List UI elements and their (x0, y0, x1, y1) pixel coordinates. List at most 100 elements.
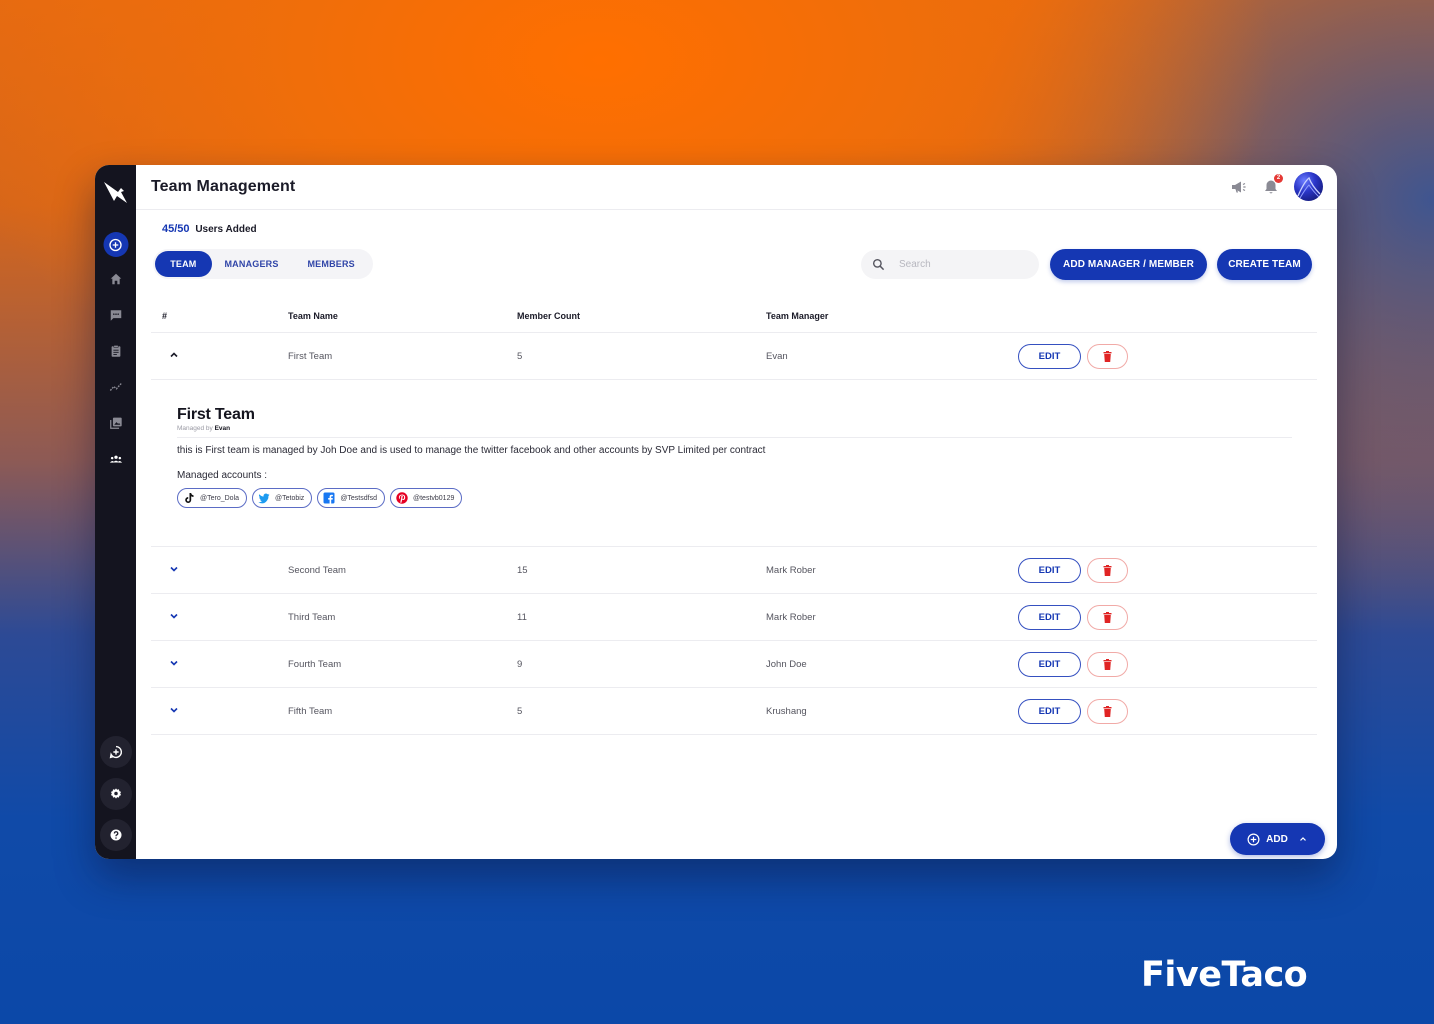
app-logo-icon[interactable] (102, 179, 129, 205)
sidebar-help-button[interactable] (99, 819, 132, 851)
account-chip-facebook[interactable]: @Testsdfsd (317, 488, 385, 508)
member-count: 5 (517, 350, 523, 362)
chevron-down-icon[interactable] (168, 610, 180, 622)
team-manager: Mark Rober (766, 611, 816, 623)
sidebar-item-messages[interactable] (103, 302, 129, 328)
account-chip-tiktok[interactable]: @Tero_Dola (177, 488, 248, 508)
search-box (861, 250, 1039, 279)
notification-badge: 2 (1274, 173, 1283, 183)
account-chip-twitter[interactable]: @Tetobiz (252, 488, 313, 508)
delete-button[interactable] (1087, 604, 1128, 630)
add-manager-member-button[interactable]: ADD MANAGER / MEMBER (1050, 249, 1207, 280)
analytics-icon (109, 383, 122, 391)
divider (177, 437, 1292, 438)
trash-icon (1103, 658, 1112, 670)
sidebar-settings-button[interactable] (99, 778, 132, 810)
team-name: First Team (288, 350, 333, 362)
team-icon (109, 455, 122, 463)
chevron-up-icon (1299, 837, 1306, 841)
search-icon (872, 258, 885, 271)
table-row: Third Team 11 Mark Rober EDIT (151, 594, 1317, 641)
users-added-count: 45/50 (162, 223, 190, 235)
tab-team[interactable]: TEAM (155, 251, 212, 277)
edit-button[interactable]: EDIT (1018, 604, 1081, 630)
trash-icon (1103, 611, 1112, 623)
search-input[interactable] (899, 259, 1019, 270)
users-added-label: Users Added (195, 224, 257, 235)
teams-table: # Team Name Member Count Team Manager Fi… (151, 300, 1317, 735)
team-name: Third Team (288, 611, 336, 623)
notifications-button[interactable]: 2 (1262, 173, 1283, 196)
team-manager: Krushang (766, 705, 807, 717)
delete-button[interactable] (1087, 651, 1128, 677)
help-icon (109, 829, 122, 841)
edit-button[interactable]: EDIT (1018, 698, 1081, 724)
team-name: Fourth Team (288, 658, 342, 670)
detail-managed-by: Managed by Evan (177, 425, 1292, 432)
account-handle: @Tetobiz (275, 494, 305, 502)
table-row: Fifth Team 5 Krushang EDIT (151, 688, 1317, 735)
table-row: First Team 5 Evan EDIT (151, 333, 1317, 380)
sidebar-add-button[interactable] (103, 232, 128, 257)
sidebar-item-teams[interactable] (103, 446, 129, 472)
team-detail-panel: First Team Managed by Evan this is First… (151, 380, 1317, 547)
home-icon (110, 273, 121, 285)
announcements-button[interactable] (1230, 178, 1248, 196)
managed-by-name: Evan (214, 425, 231, 432)
page-title: Team Management (151, 178, 296, 195)
edit-button[interactable]: EDIT (1018, 343, 1081, 369)
account-handle: @Tero_Dola (200, 494, 240, 502)
sidebar (95, 165, 136, 859)
user-avatar[interactable] (1294, 172, 1323, 201)
sidebar-compose-button[interactable] (99, 736, 132, 768)
tab-members[interactable]: MEMBERS (291, 251, 371, 277)
sidebar-item-media[interactable] (103, 410, 129, 436)
detail-description: this is First team is managed by Joh Doe… (177, 445, 766, 456)
sidebar-item-posts[interactable] (103, 338, 129, 364)
member-count: 5 (517, 705, 523, 717)
managed-by-label: Managed by (177, 425, 213, 432)
chat-icon (110, 310, 121, 321)
column-header-member-count: Member Count (517, 311, 580, 321)
tab-managers[interactable]: MANAGERS (212, 251, 292, 277)
delete-button[interactable] (1087, 343, 1128, 369)
detail-title: First Team (177, 406, 255, 423)
table-header: # Team Name Member Count Team Manager (151, 300, 1317, 333)
account-handle: @testvb0129 (413, 494, 455, 502)
trash-icon (1103, 564, 1112, 576)
main-content: Team Management 2 45/50 Users Added TEAM… (136, 165, 1337, 859)
chevron-up-icon[interactable] (168, 349, 180, 361)
megaphone-icon (1232, 181, 1246, 192)
managed-accounts-label: Managed accounts : (177, 470, 268, 481)
column-header-index: # (162, 311, 168, 321)
view-tabs: TEAM MANAGERS MEMBERS (153, 249, 373, 279)
chevron-down-icon[interactable] (168, 704, 180, 716)
account-chip-pinterest[interactable]: @testvb0129 (390, 488, 463, 508)
chevron-down-icon[interactable] (168, 657, 180, 669)
managed-accounts-list: @Tero_Dola @Tetobiz @Testsdfsd @testvb01… (177, 488, 1292, 508)
tiktok-icon (185, 493, 194, 503)
table-row: Second Team 15 Mark Rober EDIT (151, 547, 1317, 594)
avatar-image (1297, 176, 1321, 199)
edit-button[interactable]: EDIT (1018, 651, 1081, 677)
sidebar-item-analytics[interactable] (103, 374, 129, 400)
add-fab-button[interactable]: ADD (1230, 823, 1325, 855)
team-manager: Mark Rober (766, 564, 816, 576)
delete-button[interactable] (1087, 557, 1128, 583)
delete-button[interactable] (1087, 698, 1128, 724)
add-circle-icon (109, 238, 122, 251)
account-handle: @Testsdfsd (340, 494, 377, 502)
sidebar-item-home[interactable] (103, 266, 129, 292)
add-chat-icon (109, 745, 122, 759)
create-team-button[interactable]: CREATE TEAM (1217, 249, 1312, 280)
app-window: Team Management 2 45/50 Users Added TEAM… (95, 165, 1337, 859)
team-name: Second Team (288, 564, 346, 576)
edit-button[interactable]: EDIT (1018, 557, 1081, 583)
team-manager: John Doe (766, 658, 807, 670)
trash-icon (1103, 350, 1112, 362)
team-name: Fifth Team (288, 705, 333, 717)
team-manager: Evan (766, 350, 788, 362)
chevron-down-icon[interactable] (168, 563, 180, 575)
add-circle-icon (1247, 833, 1260, 845)
column-header-team-name: Team Name (288, 311, 338, 321)
